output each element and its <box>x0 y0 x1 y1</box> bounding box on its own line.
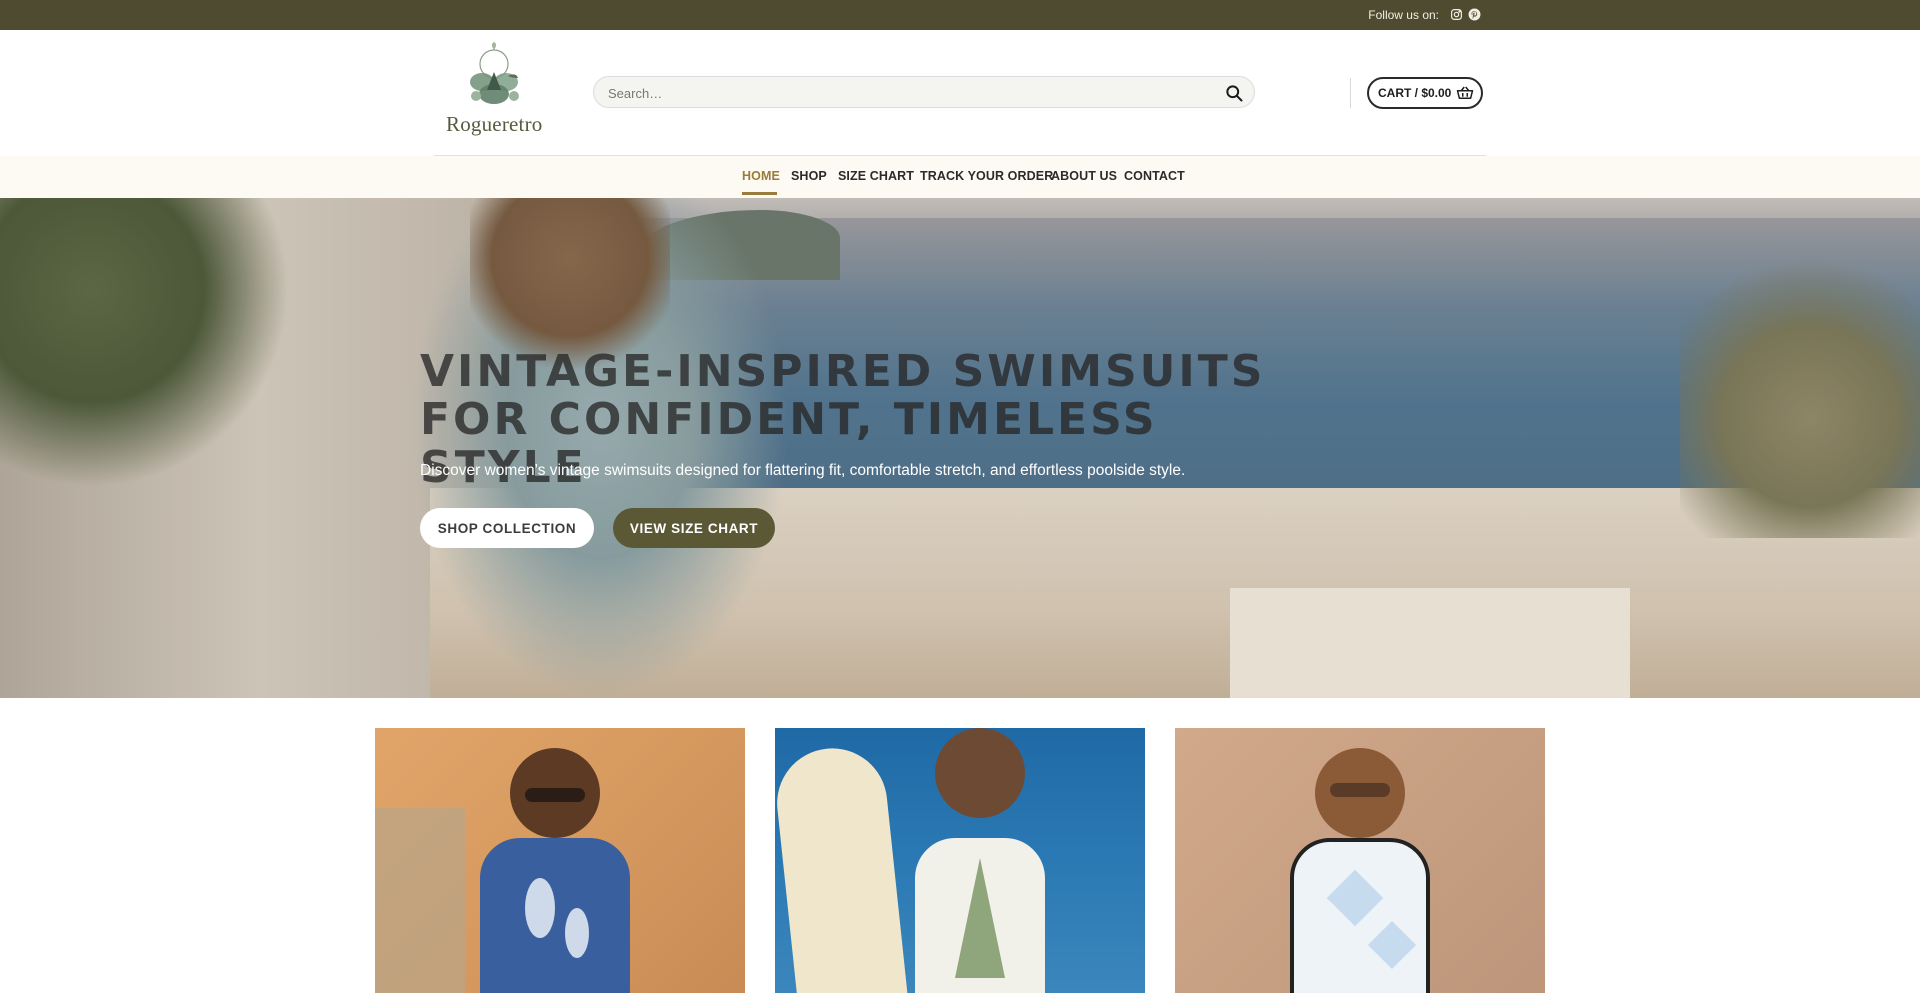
basket-icon <box>1456 85 1474 101</box>
top-bar: Follow us on: <box>0 0 1920 30</box>
main-nav: HOME SHOP SIZE CHART TRACK YOUR ORDER AB… <box>0 156 1920 198</box>
cart-button[interactable]: CART / $0.00 <box>1367 77 1483 109</box>
hero-title-line-1: VINTAGE-INSPIRED SWIMSUITS <box>420 346 1266 397</box>
search-box <box>593 76 1255 109</box>
view-size-chart-button[interactable]: VIEW SIZE CHART <box>613 508 775 548</box>
pinterest-icon[interactable] <box>1467 7 1482 22</box>
product-card-2[interactable] <box>775 728 1145 993</box>
stone-steps <box>375 808 465 993</box>
instagram-icon[interactable] <box>1449 7 1464 22</box>
swimsuit-leaf-pattern <box>565 908 589 958</box>
nav-item-about-us[interactable]: ABOUT US <box>1051 169 1117 183</box>
header-separator <box>1350 78 1351 108</box>
logo-wordmark: Rogueretro <box>446 112 543 136</box>
nav-item-contact[interactable]: CONTACT <box>1124 169 1185 183</box>
cart-label: CART / $0.00 <box>1378 86 1452 100</box>
logo-emblem-icon <box>470 42 519 104</box>
search-input[interactable] <box>606 77 1210 109</box>
hero-banner: VINTAGE-INSPIRED SWIMSUITS FOR CONFIDENT… <box>0 198 1920 698</box>
sunglasses-icon <box>1330 783 1390 797</box>
nav-item-track-your-order[interactable]: TRACK YOUR ORDER <box>920 169 1053 183</box>
nav-item-shop[interactable]: SHOP <box>791 169 827 183</box>
blue-floral-swimsuit <box>480 838 630 993</box>
product-card-1[interactable] <box>375 728 745 993</box>
shop-collection-button[interactable]: SHOP COLLECTION <box>420 508 594 548</box>
search-icon[interactable] <box>1224 83 1244 103</box>
product-card-3[interactable] <box>1175 728 1545 993</box>
swimsuit-flower-pattern <box>525 878 555 938</box>
model-head <box>935 728 1025 818</box>
nav-active-indicator <box>742 192 777 195</box>
sunglasses-icon <box>525 788 585 802</box>
surfboard-image <box>775 742 909 993</box>
hero-subtitle: Discover women’s vintage swimsuits desig… <box>420 462 1186 479</box>
follow-us-label: Follow us on: <box>1368 8 1439 22</box>
nav-item-home[interactable]: HOME <box>742 169 780 183</box>
nav-item-size-chart[interactable]: SIZE CHART <box>838 169 914 183</box>
